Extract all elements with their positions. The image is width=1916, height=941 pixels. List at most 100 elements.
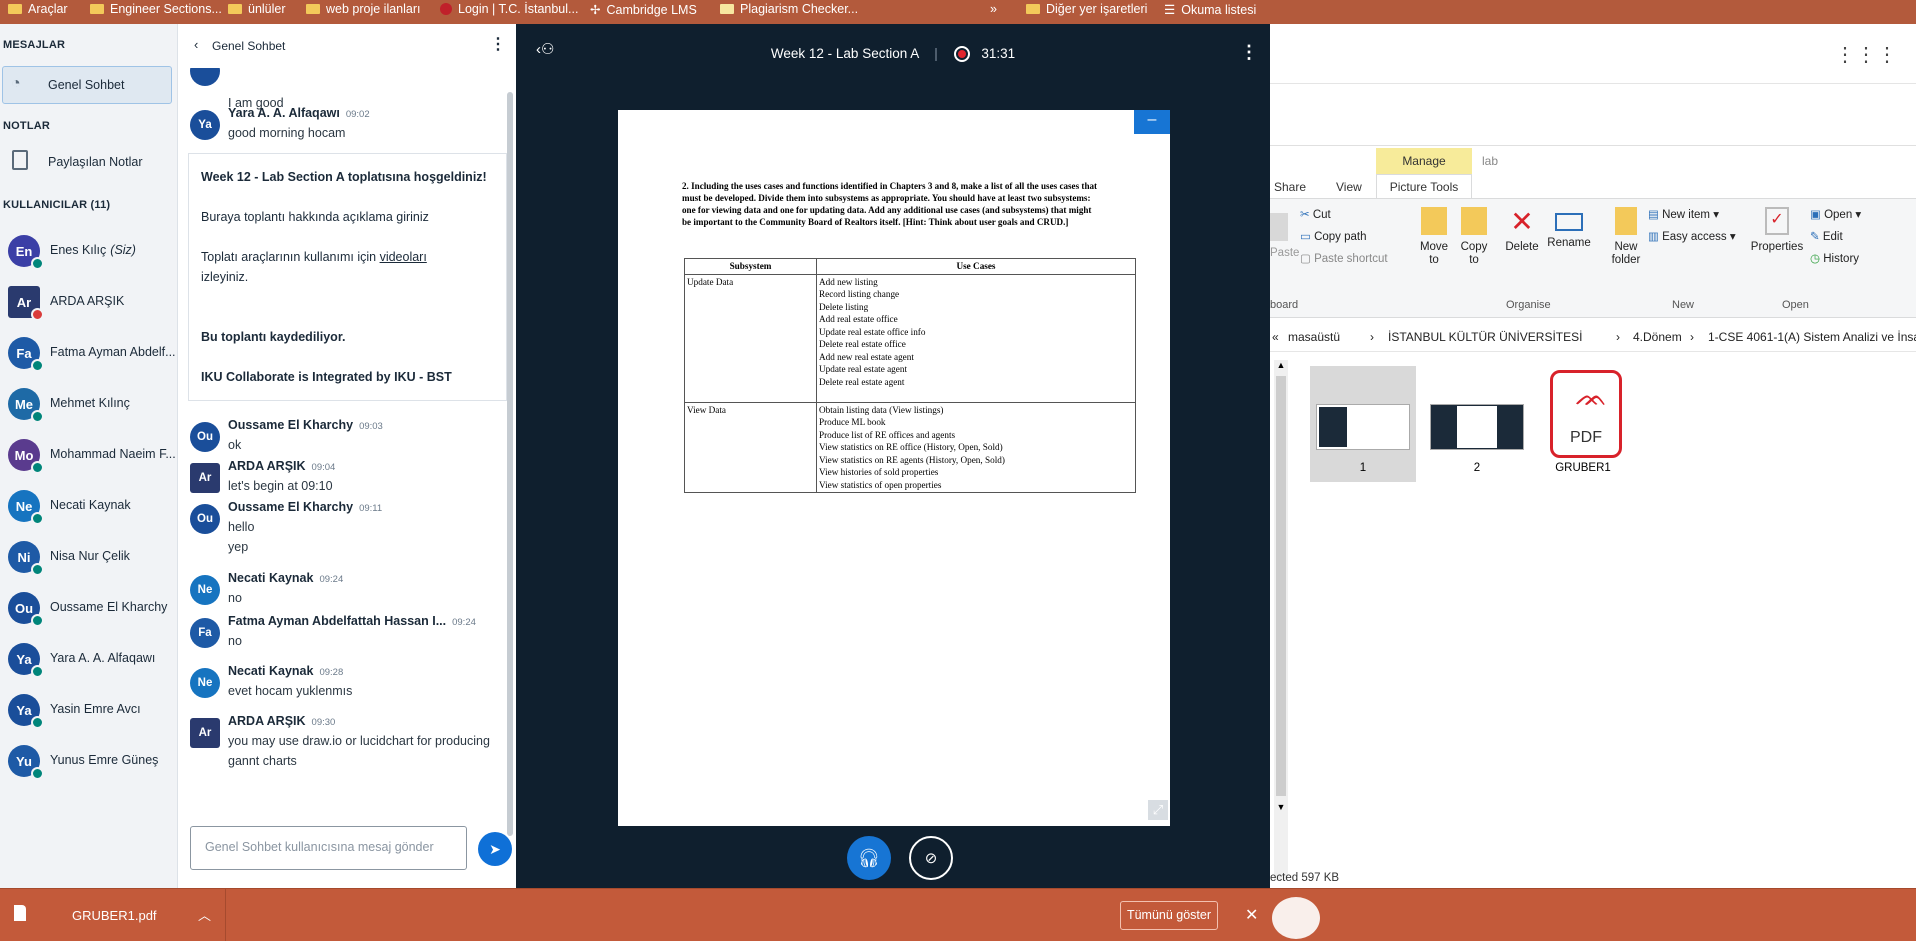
properties-button[interactable]: ✓ Properties: [1750, 207, 1804, 253]
bookmark-araclar[interactable]: Araçlar: [8, 2, 68, 16]
user-list-item[interactable]: Me Mehmet Kılınç: [0, 379, 177, 429]
pdf-icon: ᨏ PDF: [1550, 370, 1622, 458]
chevron-left-icon[interactable]: ‹: [194, 37, 198, 52]
breadcrumb-item[interactable]: 1-CSE 4061-1(A) Sistem Analizi ve İnsan …: [1708, 330, 1916, 344]
breadcrumb-item[interactable]: 4.Dönem: [1633, 330, 1682, 344]
copy-to-button[interactable]: Copy to: [1456, 207, 1492, 267]
send-button[interactable]: ➤: [478, 832, 512, 866]
slide-question: 2. Including the uses cases and function…: [682, 181, 1098, 227]
use-cases-cell: Add new listing Record listing change Dele…: [816, 273, 1136, 403]
paste-button[interactable]: Paste: [1270, 209, 1299, 269]
message-text: ok: [228, 438, 242, 452]
rename-button[interactable]: Rename: [1546, 207, 1592, 249]
user-list-item[interactable]: Ou Oussame El Kharchy: [0, 583, 177, 633]
options-more-icon[interactable]: ⋮: [1240, 42, 1258, 63]
new-folder-button[interactable]: New folder: [1606, 207, 1646, 267]
user-list-item[interactable]: Ya Yasin Emre Avcı: [0, 685, 177, 735]
bookmark-unluler[interactable]: ünlüler: [228, 2, 286, 16]
more-vertical-icon[interactable]: ⋮: [490, 34, 506, 54]
avatar: Ar: [190, 718, 220, 748]
easy-access-button[interactable]: ▥ Easy access ▾: [1648, 229, 1736, 243]
tab-picture-tools[interactable]: Picture Tools: [1376, 174, 1472, 198]
minimize-presentation-button[interactable]: –: [1134, 110, 1170, 134]
new-item-button[interactable]: ▤ New item ▾: [1648, 207, 1719, 221]
bookmark-plagiarism[interactable]: Plagiarism Checker...: [720, 2, 858, 16]
nav-scrollbar[interactable]: ▲ ▼: [1274, 360, 1288, 880]
group-open: Open: [1782, 299, 1809, 311]
user-list-item[interactable]: Fa Fatma Ayman Abdelf...: [0, 328, 177, 378]
fullscreen-icon[interactable]: ⤢: [1148, 800, 1168, 820]
user-list-item[interactable]: Ni Nisa Nur Çelik: [0, 532, 177, 582]
chevron-up-icon[interactable]: ︿: [198, 905, 211, 924]
file-label: 1: [1359, 462, 1367, 474]
audio-headphones-button[interactable]: 🎧︎: [847, 836, 891, 880]
bookmark-web-proje[interactable]: web proje ilanları: [306, 2, 421, 16]
bookmark-reading-list[interactable]: ☰ Okuma listesi: [1164, 2, 1256, 18]
headphones-status-icon: [31, 512, 44, 525]
tab-share[interactable]: Share: [1274, 180, 1306, 194]
delete-button[interactable]: ✕ Delete: [1502, 207, 1542, 254]
scroll-down-icon[interactable]: ▼: [1274, 802, 1288, 812]
file-item-2[interactable]: 2: [1424, 366, 1530, 482]
user-list-item[interactable]: Ne Necati Kaynak: [0, 481, 177, 531]
camera-off-button[interactable]: ⊘: [909, 836, 953, 880]
bookmark-engineer[interactable]: Engineer Sections...: [90, 2, 222, 16]
table-header: Subsystem: [684, 258, 817, 275]
chat-scrollbar[interactable]: [507, 92, 513, 836]
tab-view[interactable]: View: [1336, 180, 1362, 194]
file-explorer-window: ⋮⋮⋮ Manage lab Share View Picture Tools …: [1270, 24, 1916, 888]
user-list-item[interactable]: Mo Mohammad Naeim F...: [0, 430, 177, 480]
author-name: Oussame El Kharchy: [228, 418, 354, 432]
public-chat-item[interactable]: ◔ Genel Sohbet: [2, 66, 172, 104]
videos-link[interactable]: videoları: [380, 250, 427, 264]
scroll-thumb[interactable]: [1276, 376, 1286, 796]
history-button[interactable]: ◷ History: [1810, 251, 1859, 265]
welcome-recording-notice: Bu toplantı kaydediliyor.: [201, 330, 346, 344]
use-case: View statistics on RE agents (History, O…: [819, 454, 1005, 465]
user-list-item[interactable]: Yu Yunus Emre Güneş: [0, 736, 177, 786]
show-all-button[interactable]: Tümünü göster: [1120, 901, 1218, 930]
user-list-item[interactable]: Ya Yara A. A. Alfaqawı: [0, 634, 177, 684]
people-icon[interactable]: [1272, 897, 1320, 939]
message-time: 09:02: [345, 109, 370, 120]
chat-title[interactable]: Genel Sohbet: [212, 39, 285, 53]
tab-manage[interactable]: Manage: [1376, 148, 1472, 174]
download-item[interactable]: GRUBER1.pdf ︿: [0, 889, 226, 941]
message-time: 09:30: [311, 717, 336, 728]
edit-button[interactable]: ✎ Edit: [1810, 229, 1843, 243]
user-name: Enes Kılıç (Siz): [50, 243, 176, 257]
bookmarks-bar: Araçlar Engineer Sections... ünlüler web…: [0, 0, 1916, 24]
bookmark-cambridge[interactable]: ✢ Cambridge LMS: [590, 2, 697, 18]
paste-shortcut-button[interactable]: ▢ Paste shortcut: [1300, 251, 1388, 265]
file-item-1[interactable]: 1: [1310, 366, 1416, 482]
bookmark-other[interactable]: Diğer yer işaretleri: [1026, 2, 1147, 16]
copy-path-button[interactable]: ▭ Copy path: [1300, 229, 1367, 243]
folder-icon: [1026, 4, 1040, 14]
welcome-message: Week 12 - Lab Section A toplatısına hoşg…: [188, 153, 507, 401]
breadcrumb-item[interactable]: İSTANBUL KÜLTÜR ÜNİVERSİTESİ: [1388, 330, 1582, 344]
user-list-item[interactable]: Ar ARDA ARŞIK: [0, 277, 177, 327]
bookmarks-overflow[interactable]: »: [990, 2, 997, 16]
open-button[interactable]: ▣ Open ▾: [1810, 207, 1861, 221]
paste-icon: [1270, 213, 1288, 241]
close-icon[interactable]: ✕: [1245, 905, 1258, 925]
bookmark-login[interactable]: Login | T.C. İstanbul...: [440, 2, 578, 16]
shared-notes-item[interactable]: Paylaşılan Notlar: [2, 144, 172, 182]
use-case: Delete real estate agent: [819, 376, 905, 387]
users-header: KULLANICILAR (11): [3, 199, 111, 211]
move-to-button[interactable]: Move to: [1416, 207, 1452, 267]
welcome-greeting: toplatısına hoşgeldiniz!: [344, 170, 487, 184]
scroll-up-icon[interactable]: ▲: [1274, 360, 1288, 370]
recording-icon[interactable]: [953, 46, 970, 63]
apps-grid-icon[interactable]: ⋮⋮⋮: [1835, 42, 1898, 67]
chat-message-input[interactable]: Genel Sohbet kullanıcısına mesaj gönder: [190, 826, 467, 870]
new-item-label: New item: [1662, 209, 1711, 221]
group-clipboard: board: [1270, 299, 1299, 311]
user-list-item[interactable]: En Enes Kılıç (Siz): [0, 226, 177, 276]
user-name: Yasin Emre Avcı: [50, 702, 176, 716]
cut-button[interactable]: ✂ Cut: [1300, 207, 1331, 221]
file-item-gruber1[interactable]: ᨏ PDF GRUBER1: [1530, 366, 1636, 482]
breadcrumb-item[interactable]: masaüstü: [1288, 330, 1340, 344]
move-folder-icon: [1421, 207, 1447, 235]
address-bar[interactable]: « masaüstü › İSTANBUL KÜLTÜR ÜNİVERSİTES…: [1270, 322, 1916, 352]
